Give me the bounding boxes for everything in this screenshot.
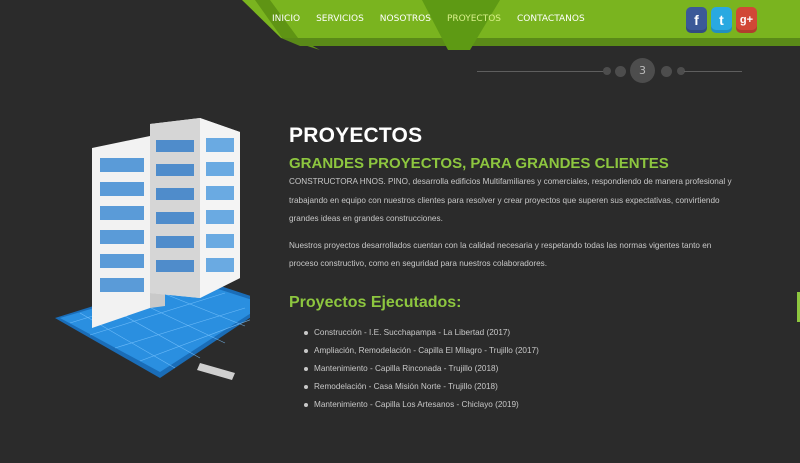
page-subtitle: GRANDES PROYECTOS, PARA GRANDES CLIENTES <box>289 155 669 172</box>
intro-paragraph: CONSTRUCTORA HNOS. PINO, desarrolla edif… <box>289 177 732 223</box>
slider-dot-next[interactable] <box>661 66 672 77</box>
nav-item-nosotros[interactable]: NOSOTROS <box>380 14 431 24</box>
quality-paragraph: Nuestros proyectos desarrollados cuentan… <box>289 240 712 269</box>
list-item: Mantenimiento - Capilla Los Artesanos - … <box>304 396 739 414</box>
google-plus-icon[interactable]: g+ <box>736 7 757 33</box>
social-links: f t g+ <box>686 7 757 33</box>
building-blueprint-icon <box>50 118 272 392</box>
main-nav: INICIO SERVICIOS NOSOTROS PROYECTOS CONT… <box>272 0 601 38</box>
nav-item-servicios[interactable]: SERVICIOS <box>316 14 364 24</box>
nav-item-contactanos[interactable]: CONTACTANOS <box>517 14 585 24</box>
nav-item-inicio[interactable]: INICIO <box>272 14 300 24</box>
list-item: Mantenimiento - Capilla Rinconada - Truj… <box>304 360 739 378</box>
facebook-icon[interactable]: f <box>686 7 707 33</box>
list-item: Construcción - I.E. Succhapampa - La Lib… <box>304 324 739 342</box>
projects-list: Construcción - I.E. Succhapampa - La Lib… <box>304 324 739 414</box>
slider-line-left <box>477 71 607 72</box>
main-content: PROYECTOS GRANDES PROYECTOS, PARA GRANDE… <box>289 124 739 414</box>
projects-heading: Proyectos Ejecutados: <box>289 293 462 311</box>
slider-current-page: 3 <box>630 58 655 83</box>
slider-line-right <box>684 71 742 72</box>
slider-dot-prev[interactable] <box>615 66 626 77</box>
twitter-icon[interactable]: t <box>711 7 732 33</box>
nav-item-proyectos[interactable]: PROYECTOS <box>447 14 501 24</box>
list-item: Remodelación - Casa Misión Norte - Truji… <box>304 378 739 396</box>
page-title: PROYECTOS <box>289 124 423 147</box>
slider-dot-2[interactable] <box>603 67 611 75</box>
list-item: Ampliación, Remodelación - Capilla El Mi… <box>304 342 739 360</box>
